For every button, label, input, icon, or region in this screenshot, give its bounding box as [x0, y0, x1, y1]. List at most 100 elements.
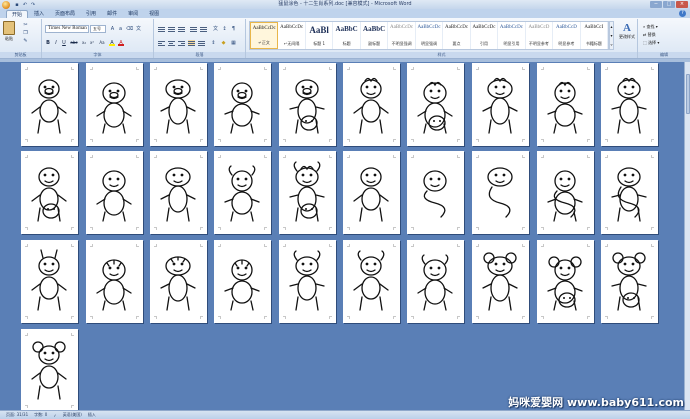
page-count[interactable]: 页面: 31/31: [6, 412, 28, 418]
style-9[interactable]: AaBbCcDc 明显引用: [498, 22, 526, 49]
numbering-icon[interactable]: [168, 26, 175, 32]
paste-button[interactable]: 粘贴: [2, 21, 16, 47]
language-status[interactable]: 英语(美国): [63, 412, 82, 418]
scrollbar-thumb[interactable]: [686, 74, 690, 114]
document-page[interactable]: [279, 240, 336, 323]
document-page[interactable]: [214, 240, 271, 323]
italic-button[interactable]: I: [53, 40, 59, 46]
superscript-button[interactable]: x²: [89, 40, 95, 46]
underline-button[interactable]: U: [61, 40, 67, 46]
help-icon[interactable]: ?: [679, 10, 686, 17]
document-page[interactable]: [407, 63, 464, 146]
document-page[interactable]: [343, 151, 400, 234]
format-painter-icon[interactable]: ✎: [22, 38, 29, 44]
document-page[interactable]: [279, 151, 336, 234]
style-4[interactable]: AaBbC 副标题: [361, 22, 389, 49]
document-page[interactable]: [472, 63, 529, 146]
subscript-button[interactable]: x₂: [81, 40, 87, 46]
maximize-button[interactable]: □: [663, 1, 675, 8]
distributed-icon[interactable]: [198, 40, 205, 46]
strikethrough-button[interactable]: abc: [69, 40, 79, 46]
document-page[interactable]: [214, 151, 271, 234]
style-12[interactable]: AaBbCcI 书籍标题: [581, 22, 609, 49]
document-page[interactable]: [537, 63, 594, 146]
phonetic-icon[interactable]: 文: [135, 26, 142, 32]
highlight-button[interactable]: A: [109, 40, 115, 46]
tab-references[interactable]: 引用: [81, 10, 101, 18]
show-marks-icon[interactable]: ¶: [230, 26, 237, 32]
bullets-icon[interactable]: [158, 26, 165, 32]
style-7[interactable]: AaBbCcDc 要点: [443, 22, 471, 49]
change-styles-button[interactable]: A 更改样式: [617, 22, 637, 40]
document-page[interactable]: [21, 329, 78, 410]
tab-view[interactable]: 视图: [144, 10, 164, 18]
style-3[interactable]: AaBbC 标题: [333, 22, 361, 49]
vertical-scrollbar[interactable]: [684, 62, 690, 410]
align-right-icon[interactable]: [178, 40, 185, 46]
document-page[interactable]: [21, 63, 78, 146]
style-10[interactable]: AaBbCcD 不明显参考: [526, 22, 554, 49]
tab-mailings[interactable]: 邮件: [102, 10, 122, 18]
style-0[interactable]: AaBbCcDc ↵正文: [250, 22, 279, 49]
document-page[interactable]: [601, 240, 658, 323]
bold-button[interactable]: B: [45, 40, 51, 46]
font-size-select[interactable]: 五号: [90, 25, 106, 33]
document-page[interactable]: [86, 63, 143, 146]
align-center-icon[interactable]: [168, 40, 175, 46]
increase-indent-icon[interactable]: [200, 26, 207, 32]
document-page[interactable]: [601, 63, 658, 146]
tab-page-layout[interactable]: 页面布局: [50, 10, 80, 18]
style-6[interactable]: AaBbCcDc 明显强调: [416, 22, 444, 49]
replace-button[interactable]: ⇄ 替换: [643, 32, 656, 38]
document-page[interactable]: [279, 63, 336, 146]
document-page[interactable]: [537, 240, 594, 323]
document-page[interactable]: [150, 151, 207, 234]
copy-icon[interactable]: ❐: [22, 30, 29, 36]
document-page[interactable]: [343, 240, 400, 323]
line-spacing-icon[interactable]: ⇕: [210, 40, 217, 46]
tab-home[interactable]: 开始: [6, 10, 29, 18]
multilevel-list-icon[interactable]: [178, 26, 185, 32]
document-page[interactable]: [407, 240, 464, 323]
sort-icon[interactable]: ↕: [221, 26, 228, 32]
document-page[interactable]: [601, 151, 658, 234]
justify-icon[interactable]: [188, 40, 195, 46]
shading-icon[interactable]: ◆: [220, 40, 227, 46]
document-page[interactable]: [150, 63, 207, 146]
align-left-icon[interactable]: [158, 40, 165, 46]
minimize-button[interactable]: −: [650, 1, 662, 8]
proofing-icon[interactable]: ✓: [53, 413, 56, 418]
style-11[interactable]: AaBbCcD 明显参考: [553, 22, 581, 49]
document-page[interactable]: [214, 63, 271, 146]
decrease-indent-icon[interactable]: [190, 26, 197, 32]
tab-insert[interactable]: 插入: [29, 10, 49, 18]
document-page[interactable]: [343, 63, 400, 146]
style-5[interactable]: AaBbCcDc 不明显强调: [388, 22, 416, 49]
style-8[interactable]: AaBbCcDc 引用: [471, 22, 499, 49]
font-name-select[interactable]: Times New Roman: [45, 25, 89, 33]
shrink-font-icon[interactable]: a: [117, 26, 124, 32]
change-case-button[interactable]: Aa: [98, 40, 106, 46]
font-color-button[interactable]: A: [118, 40, 124, 46]
close-button[interactable]: ×: [676, 1, 688, 8]
grow-font-icon[interactable]: A: [109, 26, 116, 32]
cut-icon[interactable]: ✂: [22, 22, 29, 28]
style-2[interactable]: AaBl 标题 1: [306, 22, 334, 49]
document-page[interactable]: [472, 240, 529, 323]
document-page[interactable]: [472, 151, 529, 234]
document-page[interactable]: [86, 240, 143, 323]
borders-icon[interactable]: ▦: [230, 40, 237, 46]
document-page[interactable]: [150, 240, 207, 323]
document-page[interactable]: [407, 151, 464, 234]
word-count[interactable]: 字数: 0: [34, 412, 47, 418]
document-page[interactable]: [537, 151, 594, 234]
style-1[interactable]: AaBbCcDc ↵无间隔: [278, 22, 306, 49]
find-button[interactable]: ⌕ 查找 ▾: [643, 24, 658, 30]
document-area[interactable]: [0, 62, 684, 410]
clear-format-icon[interactable]: ⌫: [126, 26, 133, 32]
select-button[interactable]: ⬚ 选择 ▾: [643, 40, 659, 46]
tab-review[interactable]: 审阅: [123, 10, 143, 18]
styles-scroll[interactable]: ▴ ▾ ▿: [609, 21, 614, 50]
document-page[interactable]: [21, 240, 78, 323]
document-page[interactable]: [86, 151, 143, 234]
